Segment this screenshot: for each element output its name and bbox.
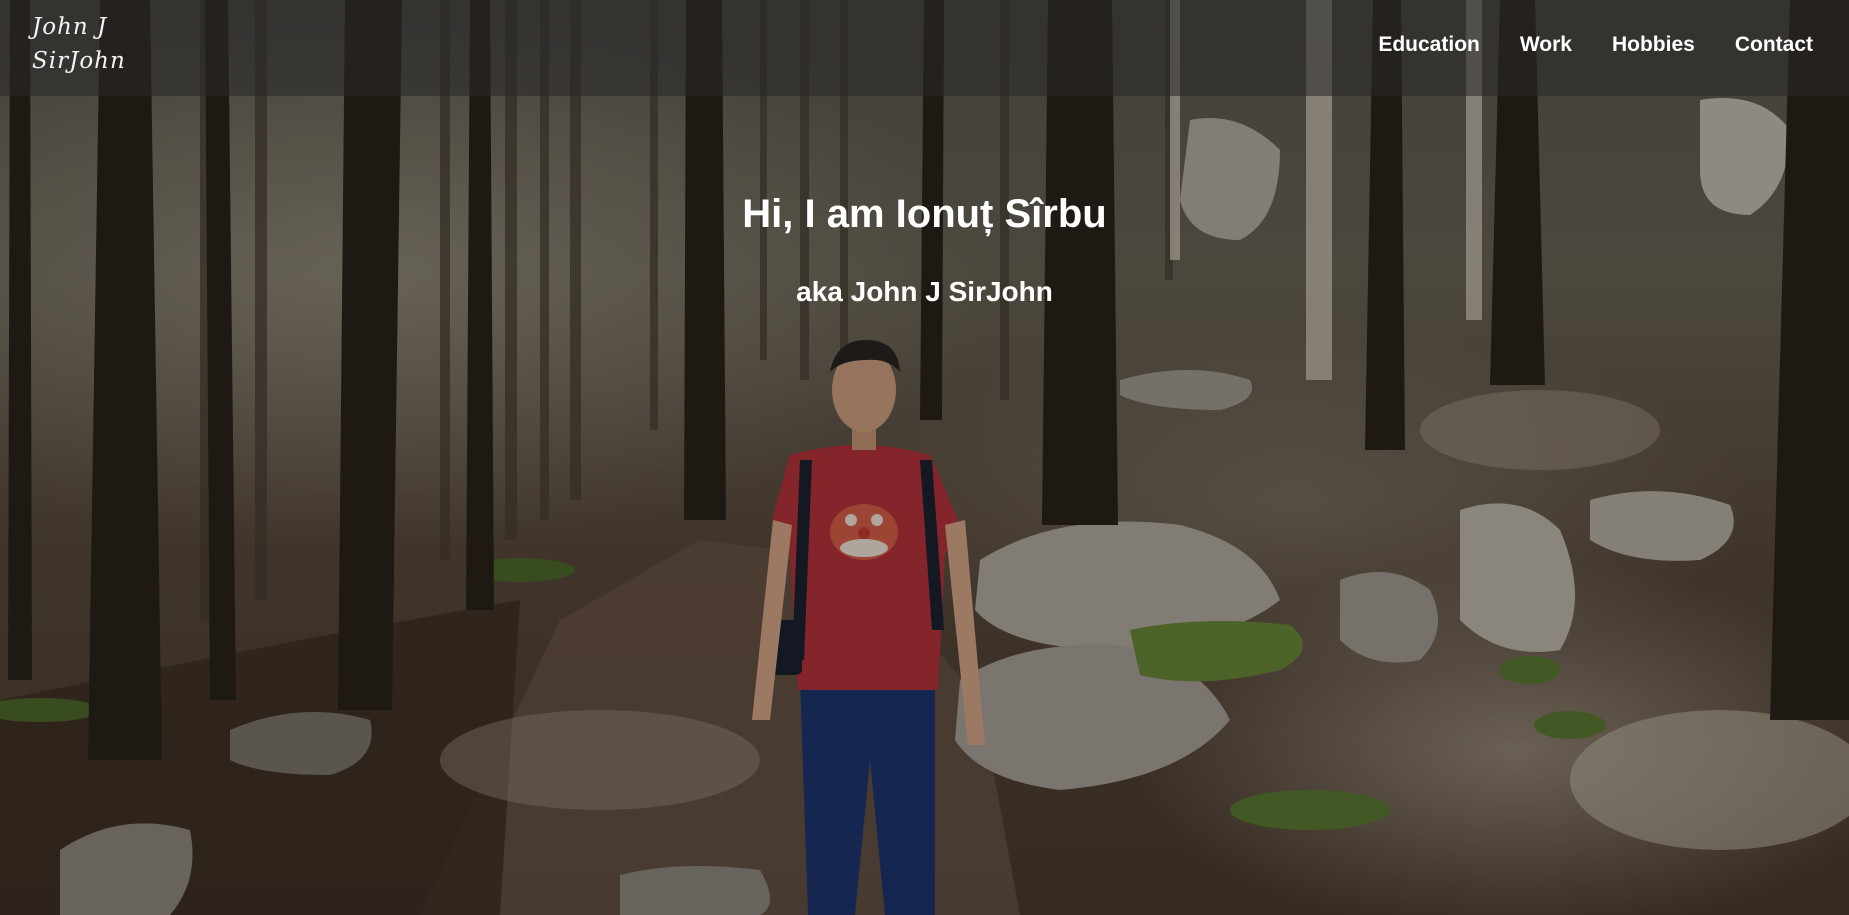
hero-title: Hi, I am Ionuț Sîrbu bbox=[742, 192, 1107, 236]
nav-education-link[interactable]: Education bbox=[1358, 33, 1500, 57]
hero-subtitle: aka John J SirJohn bbox=[796, 276, 1053, 307]
nav-contact-link[interactable]: Contact bbox=[1715, 33, 1833, 57]
nav-links: Education Work Hobbies Contact bbox=[1358, 33, 1833, 57]
hero-section bbox=[0, 0, 1849, 915]
top-navbar: John J SirJohn Education Work Hobbies Co… bbox=[0, 0, 1849, 96]
site-logo[interactable]: John J SirJohn bbox=[32, 10, 152, 78]
nav-hobbies-link[interactable]: Hobbies bbox=[1592, 33, 1715, 57]
background-dim-overlay bbox=[0, 0, 1849, 915]
nav-work-link[interactable]: Work bbox=[1500, 33, 1592, 57]
